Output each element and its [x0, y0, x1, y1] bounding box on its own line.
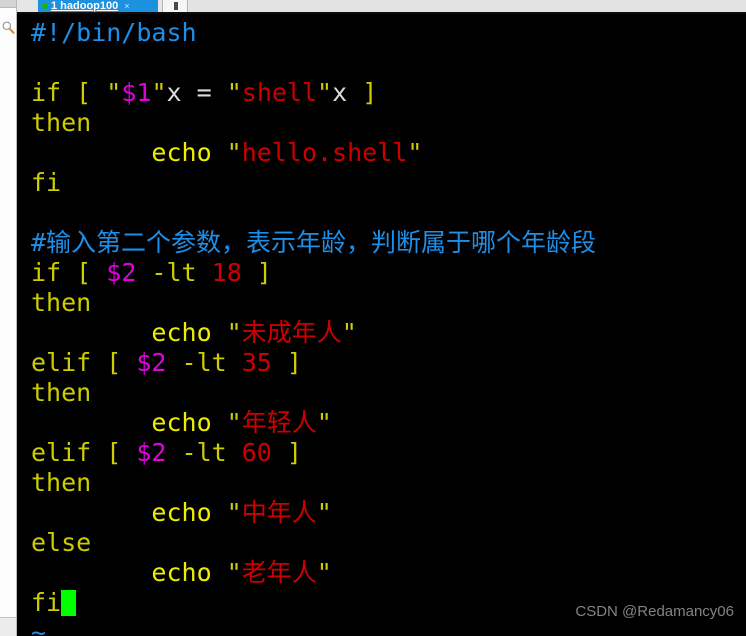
terminal-window: 1 hadoop100 × #!/bin/bash if [ "$1"x = "… — [0, 0, 746, 636]
code-token-plain: x — [166, 78, 197, 107]
code-token-tilde: ~ — [31, 618, 47, 636]
code-token-comment: #输入第二个参数，表示年龄，判断属于哪个年龄段 — [31, 228, 597, 257]
code-token-keyword: if [ — [31, 258, 107, 287]
terminal-screen[interactable]: #!/bin/bash if [ "$1"x = "shell"x ] then … — [17, 14, 746, 636]
code-token-string: shell — [241, 78, 318, 107]
terminal-line: elif [ $2 -lt 60 ] — [17, 438, 746, 468]
tab-hadoop100[interactable]: 1 hadoop100 × — [38, 0, 158, 12]
code-token-builtin: echo — [31, 408, 227, 437]
sidebar-rail-panel[interactable] — [0, 8, 16, 618]
code-token-number: 18 — [211, 258, 242, 287]
terminal-line: ~ — [17, 618, 746, 636]
code-token-var: $2 — [136, 438, 167, 467]
terminal-line: if [ "$1"x = "shell"x ] — [17, 78, 746, 108]
terminal-line: echo "hello.shell" — [17, 138, 746, 168]
code-token-keyword: if [ — [31, 78, 107, 107]
tab-bar: 1 hadoop100 × — [17, 0, 746, 12]
code-token-string: hello.shell — [241, 138, 408, 167]
code-token-keyword: ] — [241, 258, 272, 287]
code-token-string: 年轻人 — [241, 408, 317, 437]
terminal-line: then — [17, 468, 746, 498]
code-token-string: 老年人 — [241, 558, 317, 587]
code-token-quote: " — [226, 318, 242, 347]
code-token-quote: " — [151, 78, 167, 107]
tab-bar-empty-area — [189, 0, 746, 12]
code-token-keyword: then — [31, 468, 92, 497]
terminal-line: elif [ $2 -lt 35 ] — [17, 348, 746, 378]
code-token-keyword: then — [31, 288, 92, 317]
code-token-keyword: fi — [31, 168, 62, 197]
code-token-keyword: elif [ — [31, 348, 137, 377]
code-token-plain: x — [332, 78, 363, 107]
code-token-keyword: fi — [31, 588, 62, 617]
code-token-quote: " — [316, 408, 332, 437]
sidebar-rail-footer — [0, 618, 16, 636]
terminal-line: #输入第二个参数，表示年龄，判断属于哪个年龄段 — [17, 228, 746, 258]
code-token-quote: " — [341, 318, 357, 347]
terminal-line: echo "年轻人" — [17, 408, 746, 438]
code-token-keyword: ] — [271, 348, 302, 377]
code-token-quote: " — [316, 498, 332, 527]
watermark: CSDN @Redamancy06 — [575, 603, 734, 620]
terminal-line: if [ $2 -lt 18 ] — [17, 258, 746, 288]
text-cursor — [61, 590, 77, 616]
code-token-quote: " — [106, 78, 122, 107]
terminal-line: echo "未成年人" — [17, 318, 746, 348]
new-tab-button[interactable] — [162, 0, 188, 12]
code-token-keyword: ] — [362, 78, 378, 107]
code-token-keyword: then — [31, 378, 92, 407]
search-icon[interactable] — [1, 20, 16, 36]
terminal-line: else — [17, 528, 746, 558]
code-token-quote: " — [226, 498, 242, 527]
code-token-string: 中年人 — [241, 498, 317, 527]
tab-label: 1 hadoop100 — [51, 0, 119, 12]
code-token-quote: " — [226, 408, 242, 437]
code-token-number: 35 — [241, 348, 272, 377]
code-token-builtin: echo — [31, 318, 227, 347]
code-token-quote: " — [317, 78, 333, 107]
terminal-line: #!/bin/bash — [17, 18, 746, 48]
session-sidebar-rail — [0, 0, 17, 636]
terminal-line: echo "老年人" — [17, 558, 746, 588]
code-token-keyword: else — [31, 528, 92, 557]
code-token-quote: " — [226, 78, 242, 107]
code-token-quote: " — [226, 558, 242, 587]
code-token-keyword: -lt — [166, 348, 242, 377]
new-tab-icon — [174, 2, 178, 10]
code-token-keyword: -lt — [136, 258, 212, 287]
sidebar-rail-header — [0, 0, 16, 8]
code-token-builtin: echo — [31, 138, 227, 167]
code-token-keyword: -lt — [166, 438, 242, 467]
code-token-keyword: elif [ — [31, 438, 137, 467]
code-token-comment: #!/bin/bash — [31, 18, 197, 47]
terminal-line: then — [17, 288, 746, 318]
code-token-var: $1 — [121, 78, 152, 107]
terminal-line: echo "中年人" — [17, 498, 746, 528]
code-token-keyword: then — [31, 108, 92, 137]
terminal-line: fi — [17, 168, 746, 198]
code-token-quote: " — [226, 138, 242, 167]
code-token-number: 60 — [241, 438, 272, 467]
close-icon[interactable]: × — [124, 0, 129, 12]
code-token-builtin: echo — [31, 558, 227, 587]
code-token-var: $2 — [106, 258, 137, 287]
terminal-line: then — [17, 108, 746, 138]
code-token-string: 未成年人 — [241, 318, 342, 347]
code-token-keyword: ] — [271, 438, 302, 467]
terminal-line: then — [17, 378, 746, 408]
code-token-plain: = — [196, 78, 227, 107]
code-token-quote: " — [407, 138, 423, 167]
code-token-quote: " — [316, 558, 332, 587]
connection-status-dot — [42, 3, 48, 9]
code-token-builtin: echo — [31, 498, 227, 527]
code-token-var: $2 — [136, 348, 167, 377]
